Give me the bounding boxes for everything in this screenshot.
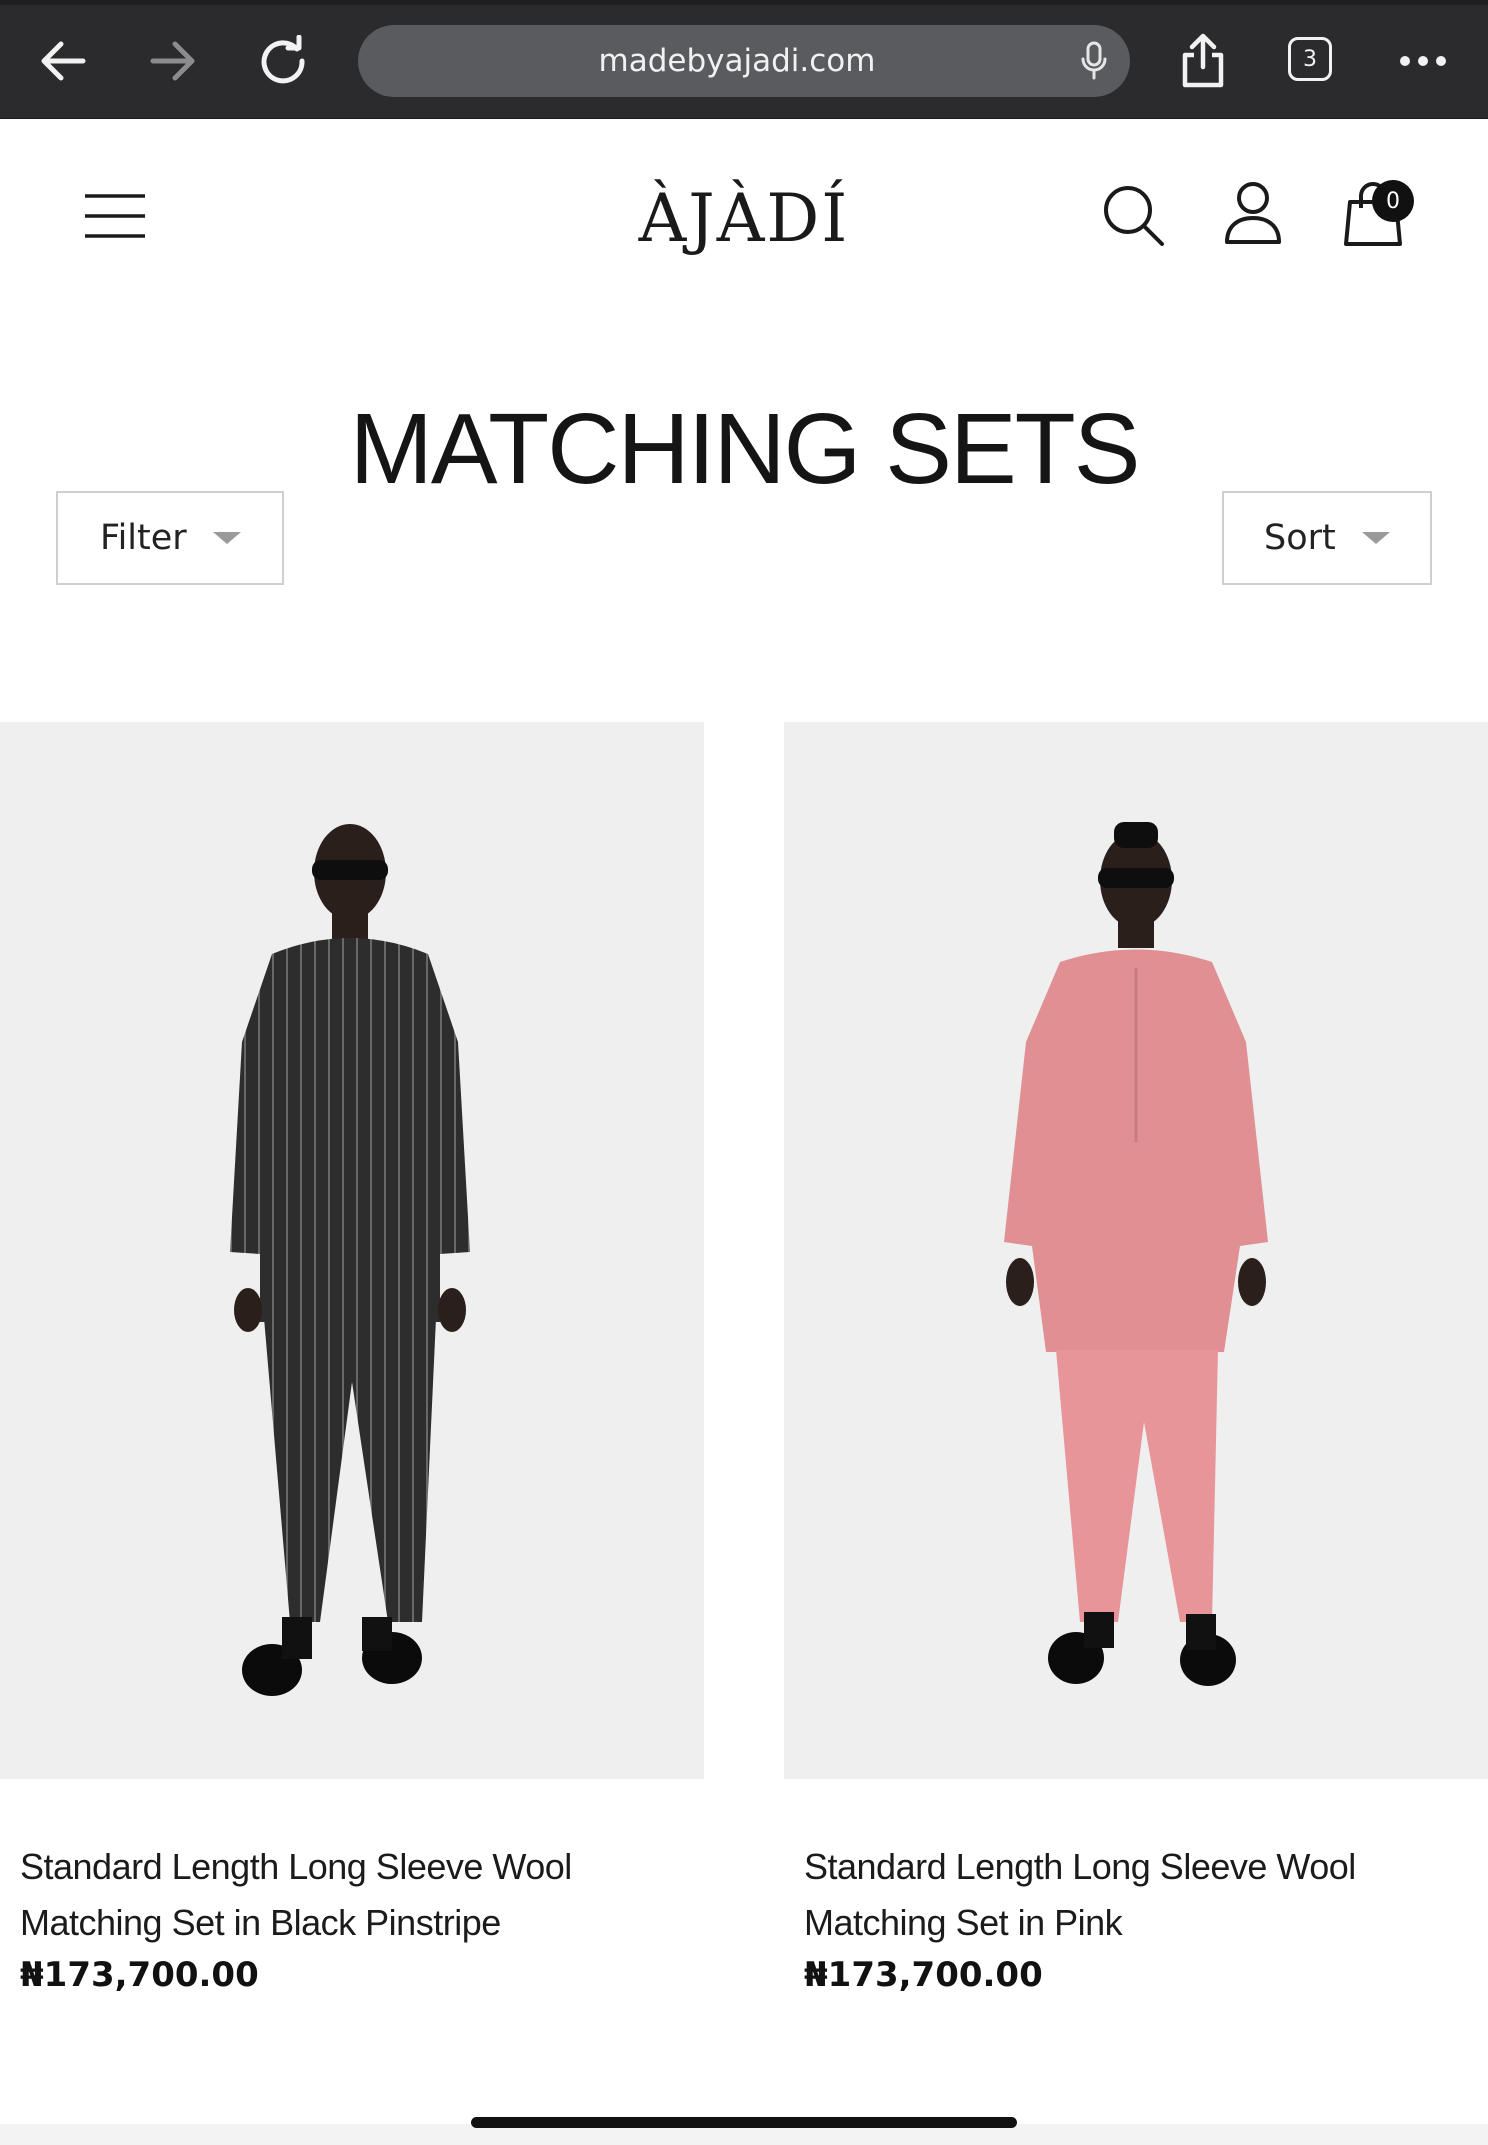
browser-toolbar: madebyajadi.com 3 (0, 0, 1488, 119)
tabs-icon[interactable]: 3 (1288, 37, 1332, 81)
sort-dropdown[interactable]: Sort (1222, 491, 1432, 585)
product-price: ₦173,700.00 (804, 1955, 1043, 1995)
reload-icon[interactable] (248, 26, 318, 96)
product-price: ₦173,700.00 (20, 1955, 259, 1995)
product-name[interactable]: Standard Length Long Sleeve Wool Matchin… (804, 1839, 1444, 1951)
model-figure-black (230, 824, 470, 1696)
product-card[interactable]: Standard Length Long Sleeve Wool Matchin… (784, 722, 1488, 1995)
tab-strip (0, 0, 1488, 5)
microphone-icon[interactable] (1080, 41, 1108, 81)
home-indicator[interactable] (471, 2117, 1017, 2128)
more-icon[interactable] (1388, 26, 1458, 96)
page-title: MATCHING SETS (349, 393, 1141, 505)
address-bar[interactable]: madebyajadi.com (358, 25, 1130, 97)
chevron-down-icon (212, 532, 241, 544)
product-image[interactable] (784, 722, 1488, 1779)
account-icon[interactable] (1218, 178, 1288, 248)
forward-arrow-icon[interactable] (138, 26, 208, 96)
back-arrow-icon[interactable] (28, 26, 98, 96)
search-icon[interactable] (1098, 180, 1168, 250)
url-text: madebyajadi.com (598, 43, 876, 79)
model-figure-pink (1004, 822, 1268, 1686)
cart-count-badge: 0 (1372, 180, 1414, 222)
product-image[interactable] (0, 722, 704, 1779)
sort-label: Sort (1264, 518, 1336, 558)
filter-label: Filter (100, 518, 187, 558)
filter-dropdown[interactable]: Filter (56, 491, 284, 585)
product-card[interactable]: Standard Length Long Sleeve Wool Matchin… (0, 722, 704, 1995)
product-name[interactable]: Standard Length Long Sleeve Wool Matchin… (20, 1839, 660, 1951)
site-header: ÀJÀDÍ (0, 118, 1488, 308)
share-icon[interactable] (1168, 26, 1238, 96)
chevron-down-icon (1361, 532, 1390, 544)
